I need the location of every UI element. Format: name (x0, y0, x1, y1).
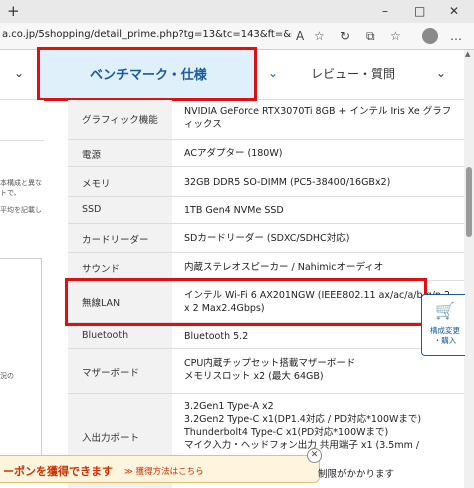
left-text-line: トで、 (0, 189, 21, 197)
spec-label-cell: 電源 (68, 140, 172, 166)
chevron-down-icon: ⌄ (268, 66, 279, 80)
configure-purchase-label: 構成変更 ・購入 (430, 326, 460, 345)
spec-label-cell: カードリーダー (68, 224, 172, 252)
spec-label: グラフィック機能 (82, 115, 158, 126)
table-row: SSD 1TB Gen4 NVMe SSD (68, 197, 464, 224)
spec-value: Bluetooth 5.2 (184, 331, 249, 342)
spec-label: マザーボード (82, 368, 140, 379)
favorites-icon[interactable]: ☆ (390, 28, 401, 44)
divider (0, 140, 44, 141)
table-row: 電源 ACアダプター (180W) (68, 140, 464, 167)
url-field[interactable]: a.co.jp/5shopping/detail_prime.php?tg=13… (2, 29, 292, 40)
favorite-star-icon[interactable]: ☆ (314, 28, 325, 44)
address-bar: a.co.jp/5shopping/detail_prime.php?tg=13… (0, 23, 474, 50)
spec-label-cell: サウンド (68, 253, 172, 280)
split-screen-icon[interactable]: ⧉ (366, 28, 375, 44)
coupon-banner-text: ーポンを獲得できます (3, 465, 113, 478)
page-root: + – □ ✕ a.co.jp/5shopping/detail_prime.p… (0, 0, 474, 488)
spec-label: 電源 (82, 150, 102, 161)
table-row: マザーボード CPU内蔵チップセット搭載マザーボード メモリスロット x2 (最… (68, 349, 464, 394)
coupon-how-to-link[interactable]: ≫ 獲得方法はこちら (124, 465, 204, 477)
table-row: Bluetooth Bluetooth 5.2 (68, 323, 464, 349)
chevron-down-icon[interactable]: ⌄ (14, 66, 24, 80)
spec-value: SDカードリーダー (SDXC/SDHC対応) (184, 233, 350, 244)
tab-review-questions[interactable]: レビュー・質問 (311, 65, 395, 82)
coupon-banner[interactable]: ーポンを獲得できます ≫ 獲得方法はこちら (0, 455, 320, 483)
spec-label: メモリ (82, 179, 111, 190)
spec-label-cell: SSD (68, 197, 172, 223)
left-text-line: 況の (0, 372, 14, 380)
close-icon[interactable]: ✕ (307, 448, 322, 463)
port-note-tail: 制限がかかります (318, 469, 395, 480)
left-content-pane: 本構成と異な トで、 平均を記載し 況の (0, 100, 44, 488)
maximize-button[interactable]: □ (414, 3, 425, 19)
spec-label: 入出力ポート (82, 433, 140, 444)
spec-label: サウンド (82, 264, 121, 275)
browser-tabstrip: + – □ ✕ (0, 0, 474, 23)
spec-label: SSD (82, 204, 102, 215)
profile-avatar[interactable] (422, 28, 438, 44)
scrollbar[interactable]: ▲ (464, 50, 474, 488)
spec-value: 32GB DDR5 SO-DIMM (PC5-38400/16GBx2) (184, 177, 391, 188)
new-tab-button[interactable]: + (7, 2, 20, 20)
left-text-line: 平均を記載し (0, 206, 42, 214)
table-row: カードリーダー SDカードリーダー (SDXC/SDHC対応) (68, 224, 464, 253)
cart-icon: 🛒 (435, 301, 455, 320)
spec-value: ACアダプター (180W) (184, 148, 283, 159)
spec-label-cell: メモリ (68, 167, 172, 196)
spec-value: 1TB Gen4 NVMe SSD (184, 205, 284, 216)
spec-label-cell: グラフィック機能 (68, 100, 172, 139)
minimize-button[interactable]: – (382, 3, 388, 19)
spec-label: Bluetooth (82, 330, 129, 341)
more-menu-icon[interactable]: … (450, 28, 462, 44)
spec-value: 3.2Gen1 Type-A x2 3.2Gen2 Type-C x1(DP1.… (184, 401, 422, 451)
configure-purchase-button[interactable]: 🛒 構成変更 ・購入 (421, 294, 465, 356)
spec-label-cell: Bluetooth (68, 323, 172, 348)
left-text-line: 本構成と異な (0, 179, 42, 187)
table-row: グラフィック機能 NVIDIA GeForce RTX3070Ti 8GB + … (68, 100, 464, 140)
highlight-box-tab (37, 47, 257, 101)
table-row: メモリ 32GB DDR5 SO-DIMM (PC5-38400/16GBx2) (68, 167, 464, 197)
table-row: サウンド 内蔵ステレオスピーカー / Nahimicオーディオ (68, 253, 464, 281)
scrollbar-thumb[interactable] (466, 167, 472, 237)
close-window-button[interactable]: ✕ (449, 3, 459, 19)
scroll-up-arrow[interactable]: ▲ (465, 50, 470, 58)
read-aloud-icon[interactable]: A (296, 28, 304, 44)
left-panel-box (0, 258, 42, 468)
spec-value: CPU内蔵チップセット搭載マザーボード メモリスロット x2 (最大 64GB) (184, 358, 356, 382)
spec-value: NVIDIA GeForce RTX3070Ti 8GB + インテル Iris… (184, 106, 452, 130)
refresh-icon[interactable]: ↻ (340, 28, 350, 44)
chevron-down-icon[interactable]: ⌄ (436, 66, 446, 80)
spec-value: 内蔵ステレオスピーカー / Nahimicオーディオ (184, 262, 384, 273)
highlight-box-wireless-lan (65, 278, 427, 326)
spec-label: カードリーダー (82, 235, 149, 246)
spec-label-cell: マザーボード (68, 349, 172, 393)
